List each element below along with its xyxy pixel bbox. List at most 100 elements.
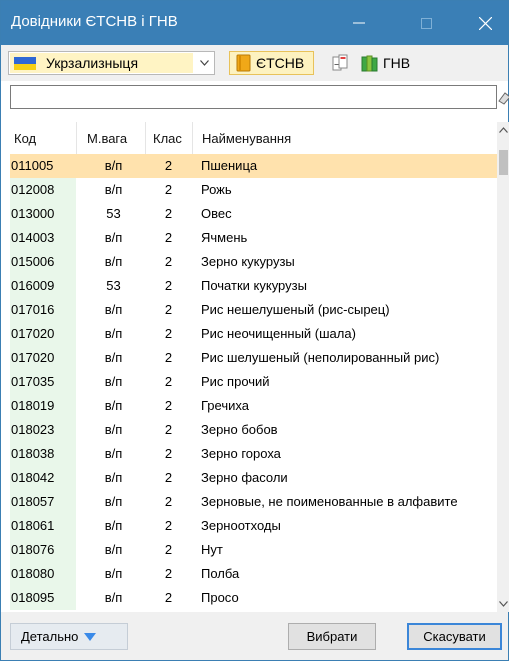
minimize-icon [353,22,365,24]
chevron-down-icon[interactable] [194,52,214,74]
select-button[interactable]: Вибрати [288,623,376,650]
table-row[interactable]: 013000 53 2 Овес [10,202,497,226]
cell-code: 012008 [11,182,55,197]
cell-class: 2 [164,566,173,581]
column-header-mass[interactable]: М.вага [76,122,145,154]
table-row[interactable]: 016009 53 2 Початки кукурузы [10,274,497,298]
cell-mass: в/п [104,158,123,173]
cell-code: 018023 [11,422,55,437]
cell-mass: в/п [104,350,123,365]
cell-mass: в/п [104,182,123,197]
table-row[interactable]: 018057 в/п 2 Зерновые, не поименованные в а… [10,490,497,514]
cell-name: Початки кукурузы [201,278,307,293]
book-icon [236,54,251,72]
railway-select-value: Укрзализныця [10,53,193,73]
cell-class: 2 [164,590,173,605]
column-header-name[interactable]: Найменування [192,122,497,154]
table-row[interactable]: 018061 в/п 2 Зерноотходы [10,514,497,538]
table-body: 011005 в/п 2 Пшеница 012008 в/п 2 Рожь 013000 53 2… [10,154,497,610]
table-row[interactable]: 011005 в/п 2 Пшеница [10,154,497,178]
document-button[interactable] [327,51,353,75]
table-row[interactable]: 018080 в/п 2 Полба [10,562,497,586]
cell-class: 2 [164,326,173,341]
column-header-code[interactable]: Код [10,122,76,154]
cell-class: 2 [164,302,173,317]
cell-name: Зерно гороха [201,446,281,461]
cell-class: 2 [164,278,173,293]
cancel-button[interactable]: Скасувати [407,623,502,650]
table-row[interactable]: 018023 в/п 2 Зерно бобов [10,418,497,442]
gnv-button[interactable]: ГНВ [357,51,427,75]
table-row[interactable]: 014003 в/п 2 Ячмень [10,226,497,250]
scroll-down-icon[interactable] [497,596,509,612]
dialog-window: Довідники ЄТСНВ і ГНВ Укрзализныця ЄТСНВ… [0,0,509,661]
table-row[interactable]: 018038 в/п 2 Зерно гороха [10,442,497,466]
eraser-icon[interactable] [497,89,509,105]
cell-mass: в/п [104,518,123,533]
cell-class: 2 [164,182,173,197]
cell-name: Зерно кукурузы [201,254,295,269]
cell-mass: в/п [104,302,123,317]
cell-code: 018076 [11,542,55,557]
search-input[interactable] [10,85,497,109]
cell-code: 018080 [11,566,55,581]
cell-name: Ячмень [201,230,248,245]
cell-code: 015006 [11,254,55,269]
cell-name: Овес [201,206,232,221]
scroll-up-icon[interactable] [497,122,509,138]
railway-select[interactable]: Укрзализныця [8,51,215,75]
cell-class: 2 [164,350,173,365]
column-header-class[interactable]: Клас [145,122,192,154]
etsnv-button[interactable]: ЄТСНВ [229,51,314,75]
close-icon [478,16,492,30]
scroll-thumb[interactable] [499,150,508,175]
cargo-table: Код М.вага Клас Найменування 011005 в/п 2 П… [10,122,509,612]
cell-mass: в/п [104,398,123,413]
cell-name: Просо [201,590,239,605]
cell-mass: в/п [104,590,123,605]
cell-mass: в/п [104,230,123,245]
toolbar: Укрзализныця ЄТСНВ ГНВ [1,45,508,81]
table-row[interactable]: 017035 в/п 2 Рис прочий [10,370,497,394]
table-row[interactable]: 018076 в/п 2 Нут [10,538,497,562]
cell-name: Рис прочий [201,374,270,389]
cell-class: 2 [164,374,173,389]
cell-mass: в/п [104,422,123,437]
cell-class: 2 [164,254,173,269]
cell-name: Рис шелушеный (неполированный рис) [201,350,440,365]
close-button[interactable] [462,1,508,45]
cell-class: 2 [164,158,173,173]
table-row[interactable]: 018019 в/п 2 Гречиха [10,394,497,418]
cell-code: 011005 [11,158,54,173]
cell-name: Зерно бобов [201,422,278,437]
table-row[interactable]: 017020 в/п 2 Рис неочищенный (шала) [10,322,497,346]
cell-code: 017020 [11,350,55,365]
cell-mass: в/п [104,254,123,269]
cell-name: Рис нешелушеный (рис-сырец) [201,302,390,317]
cell-class: 2 [164,518,173,533]
cell-code: 017035 [11,374,55,389]
cell-code: 016009 [11,278,55,293]
document-icon [332,54,348,71]
cell-code: 013000 [11,206,55,221]
table-row[interactable]: 015006 в/п 2 Зерно кукурузы [10,250,497,274]
cell-code: 018019 [11,398,55,413]
details-button[interactable]: Детально [10,623,128,650]
vertical-scrollbar[interactable] [497,122,509,612]
cell-mass: в/п [104,374,123,389]
cell-class: 2 [164,494,173,509]
table-row[interactable]: 017016 в/п 2 Рис нешелушеный (рис-сырец) [10,298,497,322]
gnv-label: ГНВ [383,55,411,71]
table-row[interactable]: 018042 в/п 2 Зерно фасоли [10,466,497,490]
cell-mass: в/п [104,566,123,581]
minimize-button[interactable] [336,1,382,45]
cell-code: 018038 [11,446,55,461]
table-row[interactable]: 017020 в/п 2 Рис шелушеный (неполированный … [10,346,497,370]
cell-name: Зерновые, не поименованные в алфавите [201,494,458,509]
table-row[interactable]: 018095 в/п 2 Просо [10,586,497,610]
table-row[interactable]: 012008 в/п 2 Рожь [10,178,497,202]
cell-name: Рожь [201,182,232,197]
cell-class: 2 [164,470,173,485]
cell-class: 2 [164,398,173,413]
title-bar[interactable]: Довідники ЄТСНВ і ГНВ [1,1,508,45]
